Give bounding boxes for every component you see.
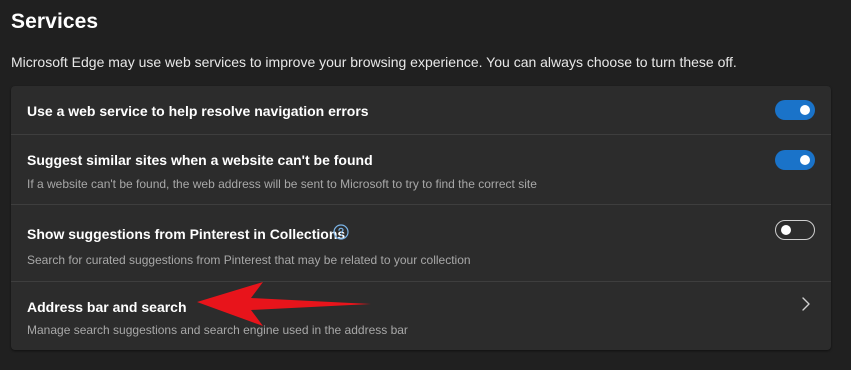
setting-row-address-bar[interactable]: Address bar and search Manage search sug… bbox=[11, 282, 831, 350]
setting-subtitle: If a website can't be found, the web add… bbox=[27, 177, 537, 191]
setting-row-similar-sites[interactable]: Suggest similar sites when a website can… bbox=[11, 135, 831, 205]
similar-sites-toggle[interactable] bbox=[775, 150, 815, 170]
setting-title: Suggest similar sites when a website can… bbox=[27, 152, 373, 168]
setting-title: Use a web service to help resolve naviga… bbox=[27, 103, 369, 119]
question-circle-icon[interactable] bbox=[333, 224, 349, 240]
navigation-errors-toggle[interactable] bbox=[775, 100, 815, 120]
services-settings-card: Use a web service to help resolve naviga… bbox=[11, 86, 831, 350]
section-title: Services bbox=[11, 10, 99, 33]
section-description: Microsoft Edge may use web services to i… bbox=[11, 54, 737, 70]
toggle-knob bbox=[800, 155, 810, 165]
setting-subtitle: Search for curated suggestions from Pint… bbox=[27, 253, 471, 267]
setting-title: Address bar and search bbox=[27, 299, 187, 315]
chevron-right-icon[interactable] bbox=[801, 297, 811, 311]
setting-row-pinterest[interactable]: Show suggestions from Pinterest in Colle… bbox=[11, 205, 831, 282]
setting-subtitle: Manage search suggestions and search eng… bbox=[27, 323, 408, 337]
toggle-knob bbox=[781, 225, 791, 235]
setting-title: Show suggestions from Pinterest in Colle… bbox=[27, 226, 346, 242]
toggle-knob bbox=[800, 105, 810, 115]
setting-row-navigation-errors[interactable]: Use a web service to help resolve naviga… bbox=[11, 86, 831, 135]
pinterest-toggle[interactable] bbox=[775, 220, 815, 240]
